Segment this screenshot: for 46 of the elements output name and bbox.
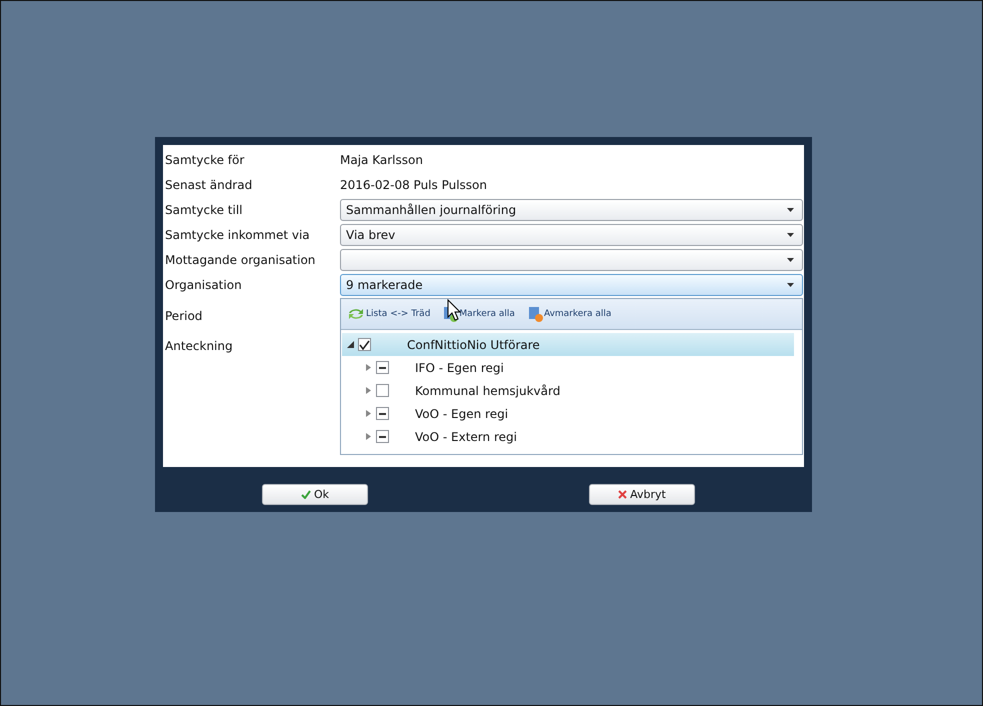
field-value: Maja Karlsson [340,152,424,168]
expanded-arrow-icon[interactable] [347,341,354,348]
close-icon [618,490,628,499]
caret-icon [787,208,794,212]
collapsed-arrow-icon[interactable] [365,433,372,440]
ok-button[interactable]: Ok [262,484,368,505]
check-icon [300,490,311,499]
refresh-icon [347,307,365,321]
field-label: Period [165,308,204,325]
dropdown[interactable]: Sammanhållen journalföring [340,198,803,220]
checkbox[interactable] [376,384,389,397]
tree-item-label: IFO - Egen regi [415,360,504,374]
field-label: Samtycke för [165,152,246,168]
field-label: Samtycke till [165,202,244,218]
dropdown[interactable] [340,248,803,270]
field-label: Organisation [165,276,243,294]
caret-icon [787,232,794,236]
checkbox[interactable] [376,430,389,443]
field-label: Anteckning [165,338,234,355]
checkbox[interactable] [376,407,389,420]
tree-row[interactable]: ConfNittioNio Utförare [342,333,794,356]
tree-item-label: Kommunal hemsjukvård [415,384,560,398]
field-value: 2016-02-08 Puls Pulsson [340,176,488,194]
field-label: Senast ändrad [165,176,254,194]
tree-row[interactable]: IFO - Egen regi [342,356,801,379]
tree-row[interactable]: Kommunal hemsjukvård [342,379,801,402]
collapsed-arrow-icon[interactable] [365,364,372,371]
checkbox[interactable] [376,361,389,374]
dropdown[interactable]: 9 markerade [340,274,803,296]
collapsed-arrow-icon[interactable] [365,387,372,394]
collapsed-arrow-icon[interactable] [365,410,372,417]
caret-icon [787,282,794,286]
tree-row[interactable]: VoO - Extern regi [342,425,801,448]
cancel-button[interactable]: Avbryt [589,484,695,505]
dropdown[interactable]: Via brev [340,224,803,246]
field-label: Samtycke inkommet via [165,226,311,244]
field-label: Mottagande organisation [165,252,316,268]
mouse-pointer-icon [447,299,461,323]
caret-icon [787,258,794,262]
toolbar-button[interactable]: Lista <-> Träd [347,307,430,321]
tree-item-label: ConfNittioNio Utförare [407,338,540,352]
remove-page-icon [528,306,543,322]
toolbar-button[interactable]: Avmarkera alla [528,306,612,322]
tree-row[interactable]: VoO - Egen regi [342,402,801,425]
tree-item-label: VoO - Extern regi [415,430,517,444]
tree-item-label: VoO - Egen regi [415,406,508,420]
